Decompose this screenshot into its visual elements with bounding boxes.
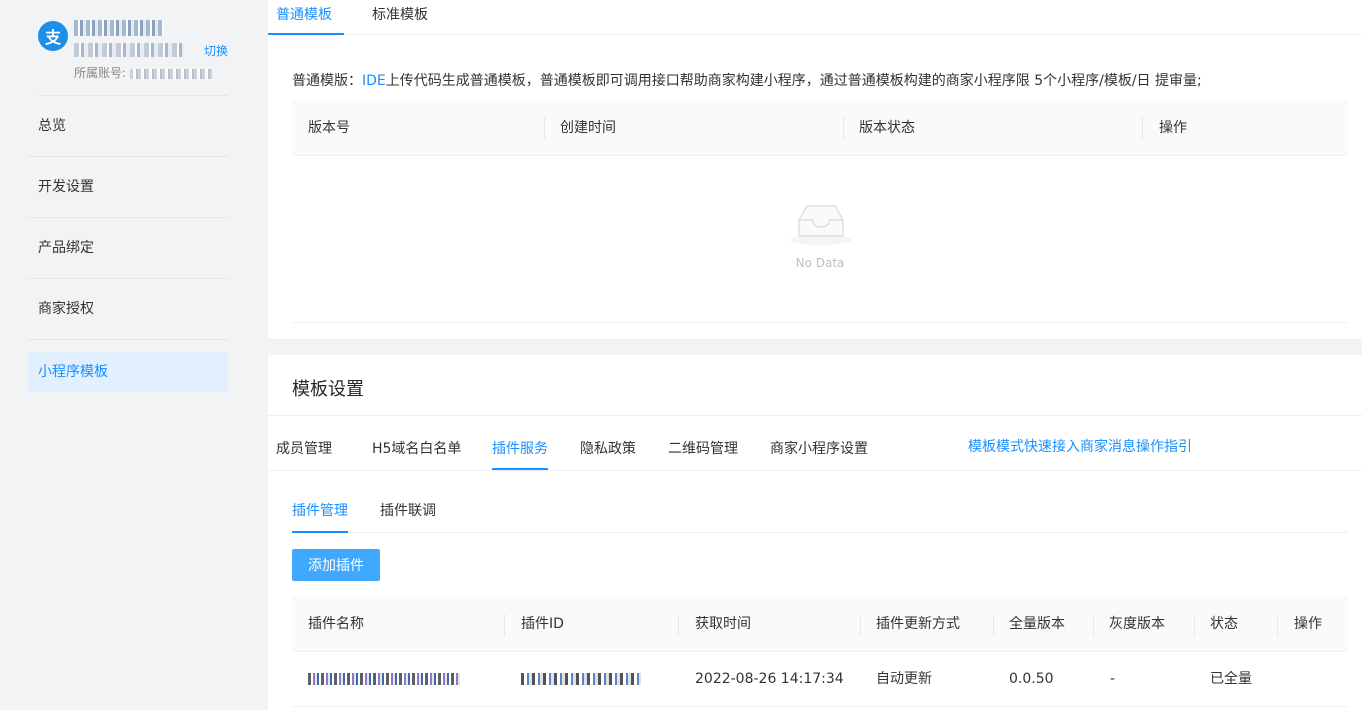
sidebar-item-merchant-auth[interactable]: 商家授权 xyxy=(28,279,228,340)
tab-plugin-management[interactable]: 插件管理 xyxy=(292,500,348,520)
sidebar-item-dev-settings[interactable]: 开发设置 xyxy=(28,157,228,218)
column-divider xyxy=(544,117,545,139)
column-divider xyxy=(1142,117,1143,139)
plugin-sub-tabs: 插件管理 插件联调 xyxy=(292,472,1348,533)
column-get-time: 获取时间 xyxy=(695,616,751,632)
sidebar-item-overview[interactable]: 总览 xyxy=(28,96,228,157)
tab-h5-domain-whitelist[interactable]: H5域名白名单 xyxy=(372,438,461,458)
column-update-mode: 插件更新方式 xyxy=(876,616,960,632)
description-prefix: 普通模版： xyxy=(292,73,362,89)
empty-state: No Data xyxy=(292,156,1348,323)
sidebar-item-miniprogram-template[interactable]: 小程序模板 xyxy=(28,352,228,392)
table-row: 2022-08-26 14:17:34 自动更新 0.0.50 - 已全量 xyxy=(292,652,1348,707)
tab-plugin-debug[interactable]: 插件联调 xyxy=(380,500,436,520)
version-table-header: 版本号 创建时间 版本状态 操作 xyxy=(292,100,1348,156)
status-cell: 已全量 xyxy=(1210,671,1252,687)
column-status: 状态 xyxy=(1210,616,1238,632)
plugin-table-header: 插件名称 插件ID 获取时间 插件更新方式 全量版本 灰度版本 状态 操作 xyxy=(292,597,1348,652)
template-tabs: 普通模板 标准模板 xyxy=(268,0,1362,35)
account-belong-redacted xyxy=(129,68,212,79)
gray-version-cell: - xyxy=(1110,671,1116,687)
add-plugin-button[interactable]: 添加插件 xyxy=(292,549,380,581)
column-divider xyxy=(678,614,679,636)
column-version-status: 版本状态 xyxy=(859,120,915,136)
account-panel: 支 切换 所属账号: xyxy=(38,18,228,96)
template-card: 普通模板 标准模板 普通模版：IDE上传代码生成普通模板，普通模板即可调用接口帮… xyxy=(268,0,1362,339)
active-tab-indicator xyxy=(492,468,548,470)
tab-merchant-miniprogram-settings[interactable]: 商家小程序设置 xyxy=(770,438,868,458)
column-created-time: 创建时间 xyxy=(560,120,616,136)
app-logo-icon: 支 xyxy=(38,21,68,51)
full-version-cell: 0.0.50 xyxy=(1009,671,1054,687)
account-name-redacted xyxy=(74,20,164,36)
switch-account-link[interactable]: 切换 xyxy=(204,42,228,59)
tab-qrcode-management[interactable]: 二维码管理 xyxy=(668,438,738,458)
active-tab-indicator xyxy=(268,33,344,35)
ide-link[interactable]: IDE xyxy=(362,73,386,89)
plugin-name-redacted xyxy=(308,673,460,685)
column-divider xyxy=(504,614,505,636)
column-actions: 操作 xyxy=(1159,120,1187,136)
active-subtab-indicator xyxy=(292,531,348,533)
tab-member-management[interactable]: 成员管理 xyxy=(276,438,332,458)
column-divider xyxy=(1277,614,1278,636)
empty-inbox-icon xyxy=(790,205,852,245)
sidebar-item-product-binding[interactable]: 产品绑定 xyxy=(28,218,228,279)
merchant-message-guide-link[interactable]: 模板模式快速接入商家消息操作指引 xyxy=(968,436,1192,456)
plugin-name-cell xyxy=(308,652,460,707)
column-gray-version: 灰度版本 xyxy=(1109,616,1165,632)
sidebar-nav: 总览 开发设置 产品绑定 商家授权 小程序模板 xyxy=(28,96,228,392)
empty-text: No Data xyxy=(795,256,845,270)
template-description: 普通模版：IDE上传代码生成普通模板，普通模板即可调用接口帮助商家构建小程序，通… xyxy=(292,70,1202,90)
column-plugin-name: 插件名称 xyxy=(308,616,364,632)
description-suffix: 上传代码生成普通模板，普通模板即可调用接口帮助商家构建小程序，通过普通模板构建的… xyxy=(385,73,1202,89)
get-time-cell: 2022-08-26 14:17:34 xyxy=(695,671,844,687)
column-full-version: 全量版本 xyxy=(1009,616,1065,632)
plugin-id-cell xyxy=(521,652,641,707)
update-mode-cell: 自动更新 xyxy=(876,671,932,687)
plugin-id-redacted xyxy=(521,673,641,685)
account-belong-label: 所属账号: xyxy=(74,66,127,80)
tab-normal-template[interactable]: 普通模板 xyxy=(276,4,332,24)
settings-title: 模板设置 xyxy=(292,379,364,400)
tab-privacy-policy[interactable]: 隐私政策 xyxy=(580,438,636,458)
sidebar: 支 切换 所属账号: 总览 开发设置 产品绑定 商家授权 小程序模板 xyxy=(0,0,256,710)
account-belong: 所属账号: xyxy=(74,64,212,81)
tab-plugin-service[interactable]: 插件服务 xyxy=(492,438,548,458)
column-divider xyxy=(860,614,861,636)
column-actions: 操作 xyxy=(1294,616,1322,632)
column-divider xyxy=(843,117,844,139)
tab-standard-template[interactable]: 标准模板 xyxy=(372,4,428,24)
settings-tabs: 成员管理 H5域名白名单 插件服务 隐私政策 二维码管理 商家小程序设置 模板模… xyxy=(268,416,1362,471)
column-divider xyxy=(993,614,994,636)
column-plugin-id: 插件ID xyxy=(521,616,564,632)
account-id-redacted xyxy=(74,43,184,57)
column-divider xyxy=(1194,614,1195,636)
column-divider xyxy=(1093,614,1094,636)
template-settings-card: 模板设置 成员管理 H5域名白名单 插件服务 隐私政策 二维码管理 商家小程序设… xyxy=(268,355,1362,710)
column-version: 版本号 xyxy=(308,120,350,136)
